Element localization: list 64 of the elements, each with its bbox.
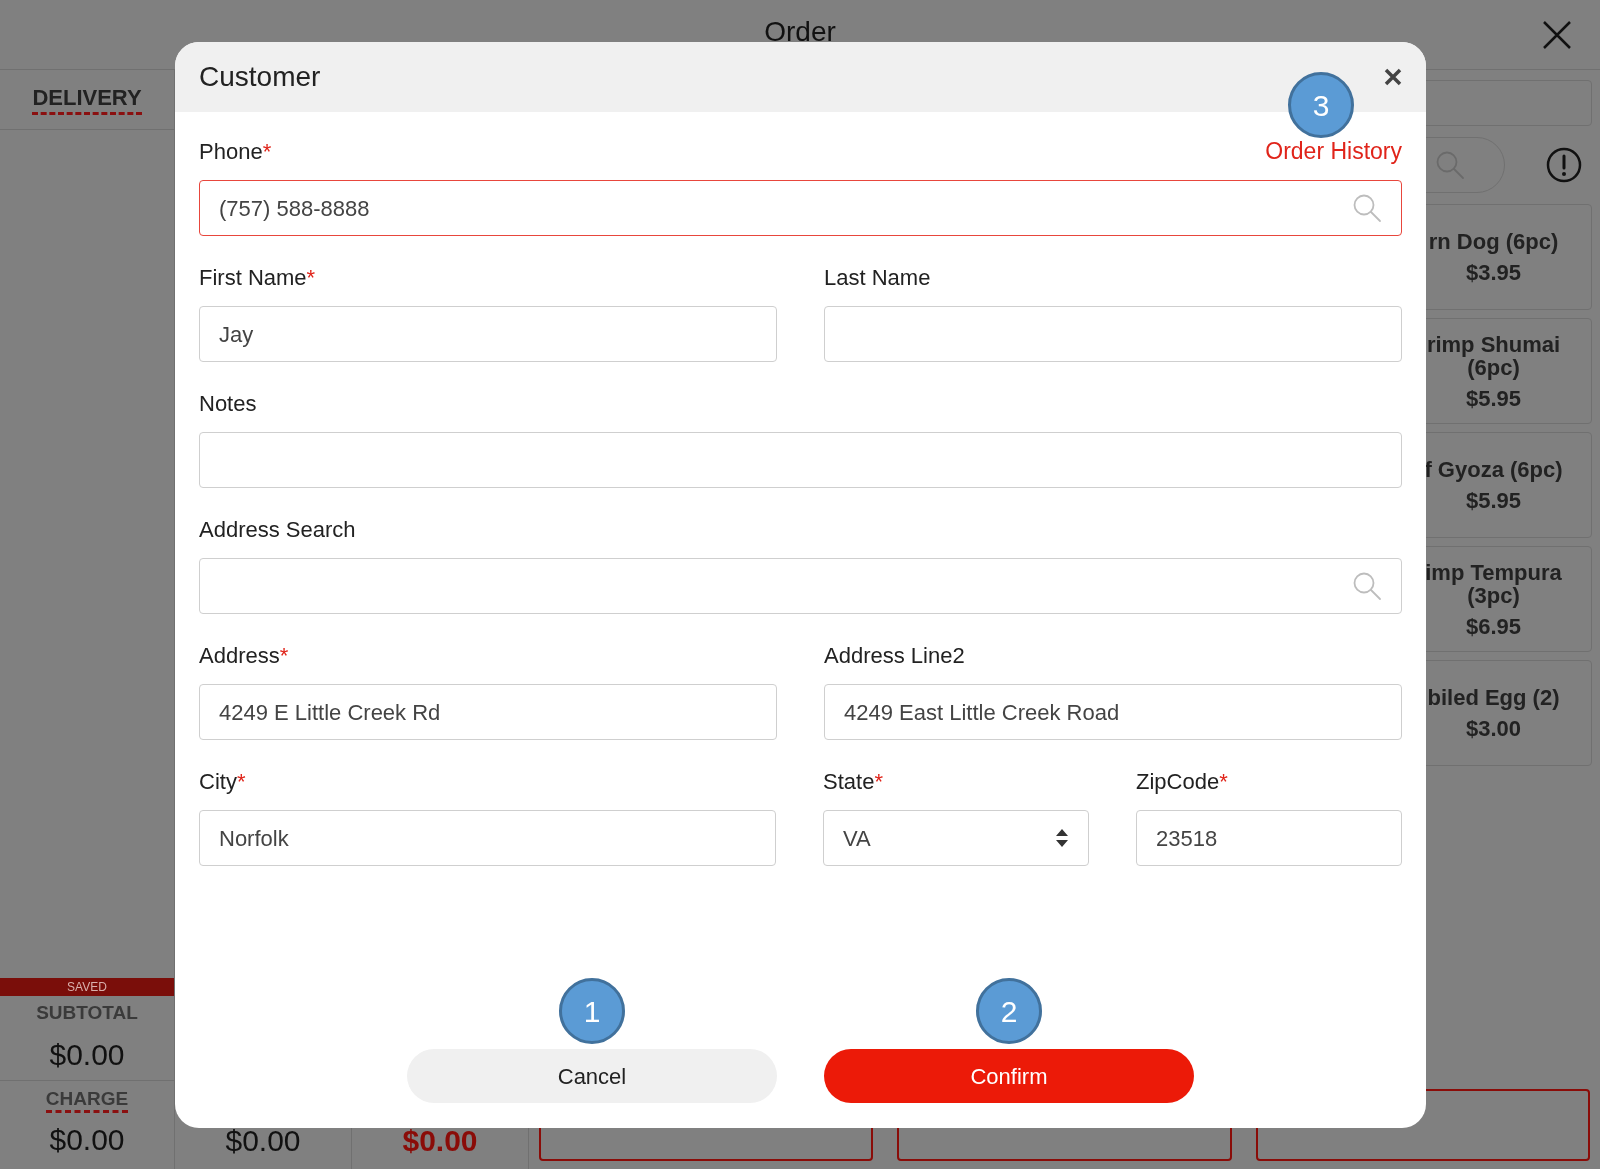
number-marker: 3 — [1288, 72, 1354, 138]
search-icon — [1352, 193, 1382, 223]
charge-amount: $0.00 — [49, 1122, 125, 1158]
state-select[interactable]: VA — [823, 810, 1089, 866]
required-mark: * — [306, 263, 316, 292]
field-value: 23518 — [1156, 824, 1219, 853]
field-label: City — [199, 767, 237, 796]
field-value: 4249 E Little Creek Rd — [219, 698, 442, 727]
required-mark: * — [236, 767, 246, 796]
subtotal-amount: $0.00 — [49, 1036, 125, 1073]
close-icon[interactable] — [1542, 20, 1572, 50]
field-label: State — [823, 767, 875, 796]
item-name: imp Tempura (3pc) — [1424, 560, 1563, 607]
field-label: ZipCode — [1136, 767, 1220, 796]
input-field[interactable]: 23518 — [1136, 810, 1402, 866]
required-mark: * — [279, 641, 289, 670]
number-marker: 2 — [976, 978, 1042, 1044]
field-label: Address — [199, 641, 280, 670]
cancel-button[interactable]: Cancel — [407, 1049, 777, 1103]
item-price: $6.95 — [1465, 614, 1522, 638]
field-value: VA — [843, 824, 872, 853]
input-field[interactable]: Jay — [199, 306, 777, 362]
saved-bar: SAVED — [0, 978, 174, 996]
field-value: Jay — [219, 320, 255, 349]
updown-icon — [1055, 828, 1069, 848]
close-icon[interactable] — [1384, 68, 1402, 86]
required-mark: * — [874, 767, 883, 796]
input-field[interactable]: 4249 East Little Creek Road — [824, 684, 1402, 740]
input-field[interactable] — [199, 558, 1402, 614]
subtotal-label: SUBTOTAL — [36, 1001, 138, 1026]
field-value: 4249 East Little Creek Road — [844, 698, 1121, 727]
field-label: Address Search — [199, 515, 356, 544]
search-icon — [1352, 571, 1382, 601]
dialog-title: Customer — [199, 60, 321, 94]
item-name: rn Dog (6pc) — [1427, 230, 1560, 253]
input-field[interactable] — [199, 432, 1402, 488]
confirm-button[interactable]: Confirm — [824, 1049, 1194, 1103]
page-title: Order — [764, 14, 836, 49]
input-field[interactable]: (757) 588-8888 — [199, 180, 1402, 236]
item-price: $3.00 — [1465, 717, 1522, 740]
item-name: rimp Shumai (6pc) — [1425, 332, 1562, 379]
number-marker: 1 — [559, 978, 625, 1044]
total-amount: $0.00 — [402, 1123, 478, 1159]
alert-icon[interactable] — [1546, 147, 1582, 183]
input-field[interactable]: 4249 E Little Creek Rd — [199, 684, 777, 740]
item-price: $3.95 — [1465, 261, 1522, 284]
field-label: Address Line2 — [824, 641, 965, 670]
item-price: $5.95 — [1465, 386, 1522, 410]
field-value: Norfolk — [219, 824, 290, 853]
input-field[interactable] — [824, 306, 1402, 362]
input-field[interactable]: Norfolk — [199, 810, 776, 866]
field-label: Phone — [199, 137, 263, 166]
field-label: Notes — [199, 389, 257, 418]
item-name: biled Egg (2) — [1426, 686, 1561, 709]
field-label: Last Name — [824, 263, 931, 292]
field-label: First Name — [199, 263, 307, 292]
item-price: $5.95 — [1465, 489, 1522, 512]
total-amount: $0.00 — [225, 1123, 301, 1159]
required-mark: * — [1219, 767, 1228, 796]
delivery-tab[interactable]: DELIVERY — [32, 84, 142, 115]
item-name: f Gyoza (6pc) — [1423, 458, 1564, 481]
required-mark: * — [262, 137, 272, 166]
charge-label: CHARGE — [45, 1088, 129, 1113]
field-value: (757) 588-8888 — [219, 194, 371, 223]
